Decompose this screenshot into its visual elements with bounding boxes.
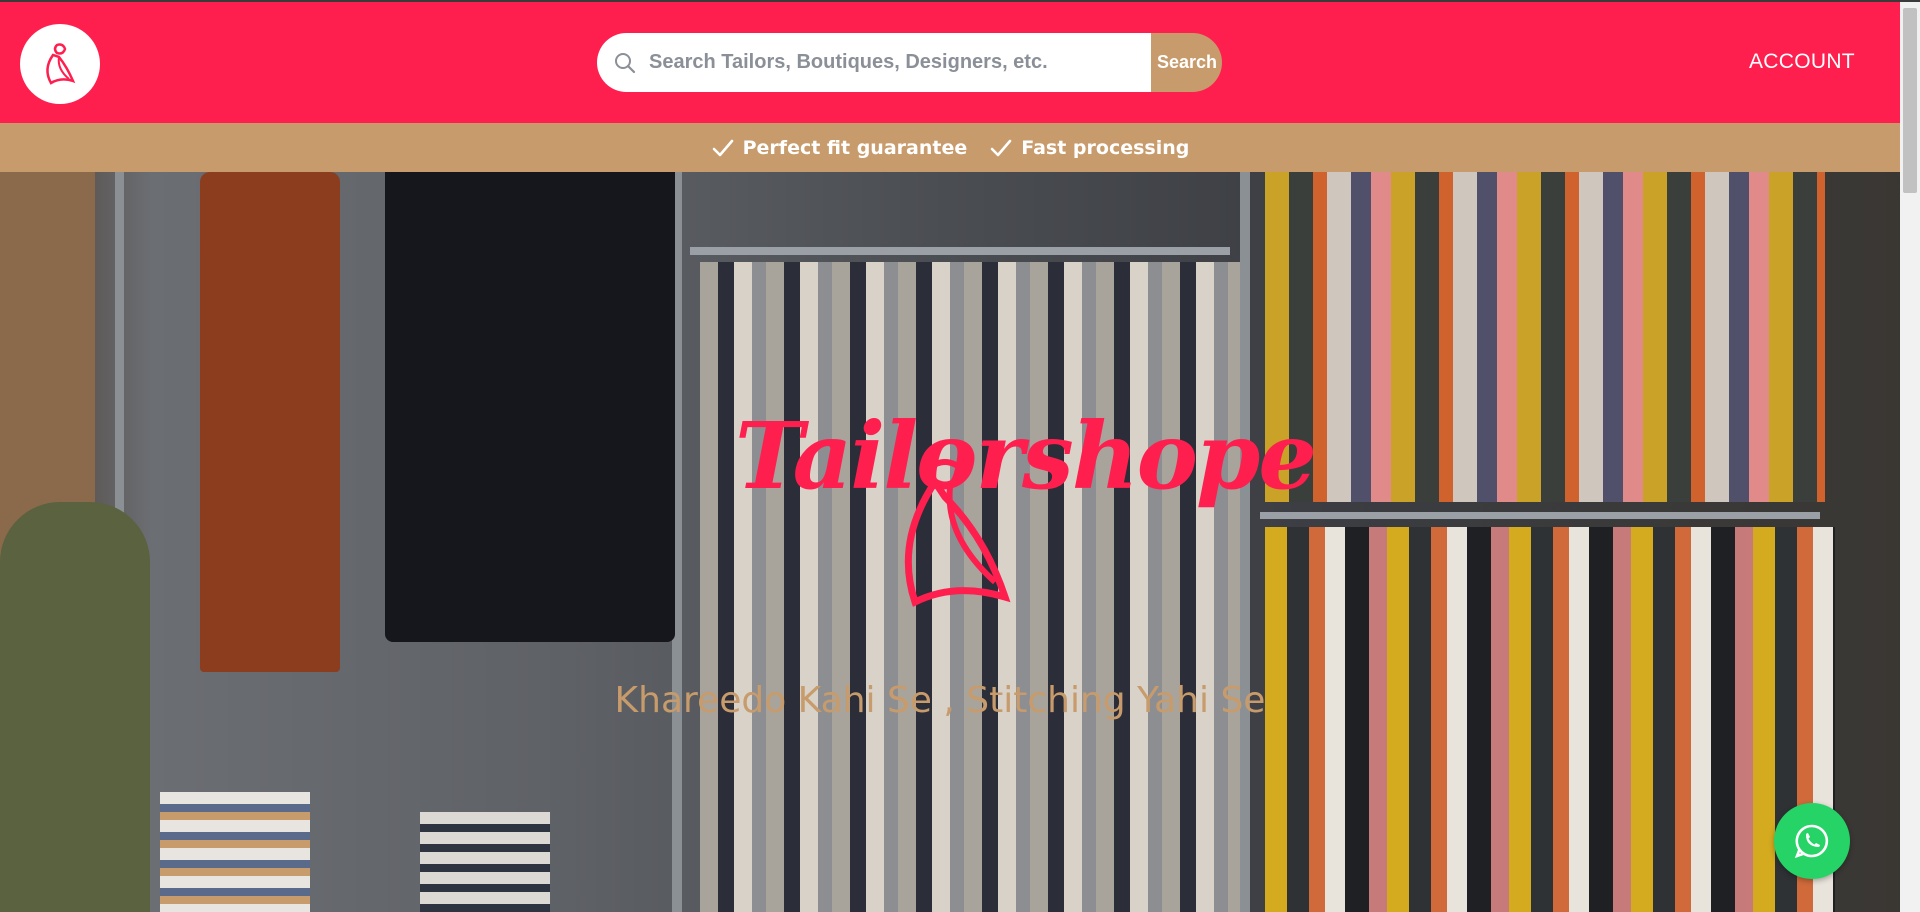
whatsapp-button[interactable] — [1774, 803, 1850, 879]
hero-garment — [420, 812, 550, 912]
hero-garment — [1265, 172, 1825, 502]
page-scrollbar[interactable] — [1900, 2, 1920, 912]
hero-garment — [200, 172, 340, 672]
site-header: Search ACCOUNT — [0, 2, 1900, 123]
hero-garment — [160, 792, 310, 912]
hero-brand-logo: Tailorshope — [735, 402, 1317, 632]
check-icon — [990, 139, 1012, 156]
hero-rail — [1260, 512, 1820, 519]
scrollbar-thumb[interactable] — [1903, 8, 1917, 193]
feature-label: Perfect fit guarantee — [742, 136, 968, 159]
feature-label: Fast processing — [1021, 136, 1190, 159]
features-strip: Perfect fit guarantee Fast processing — [0, 123, 1900, 172]
logo-icon — [46, 43, 76, 85]
hero-banner: Tailorshope Khareedo Kahi Se , Stitching… — [0, 172, 1900, 912]
search-field — [597, 33, 1151, 92]
hero-pole — [1240, 172, 1250, 912]
search-button[interactable]: Search — [1151, 33, 1222, 92]
feature-item: Fast processing — [989, 137, 1189, 159]
search-icon — [615, 52, 636, 73]
whatsapp-icon — [1794, 824, 1829, 859]
logo-button[interactable] — [20, 24, 100, 104]
check-icon — [712, 139, 733, 156]
search-input[interactable] — [647, 50, 1151, 75]
hero-rail — [690, 247, 1230, 255]
hero-garment — [385, 172, 675, 642]
search-bar: Search — [597, 33, 1222, 92]
account-link[interactable]: ACCOUNT — [1749, 50, 1855, 74]
feature-item: Perfect fit guarantee — [711, 136, 968, 159]
hero-tagline: Khareedo Kahi Se , Stitching Yahi Se — [614, 680, 1266, 721]
logo-icon — [904, 459, 1011, 607]
